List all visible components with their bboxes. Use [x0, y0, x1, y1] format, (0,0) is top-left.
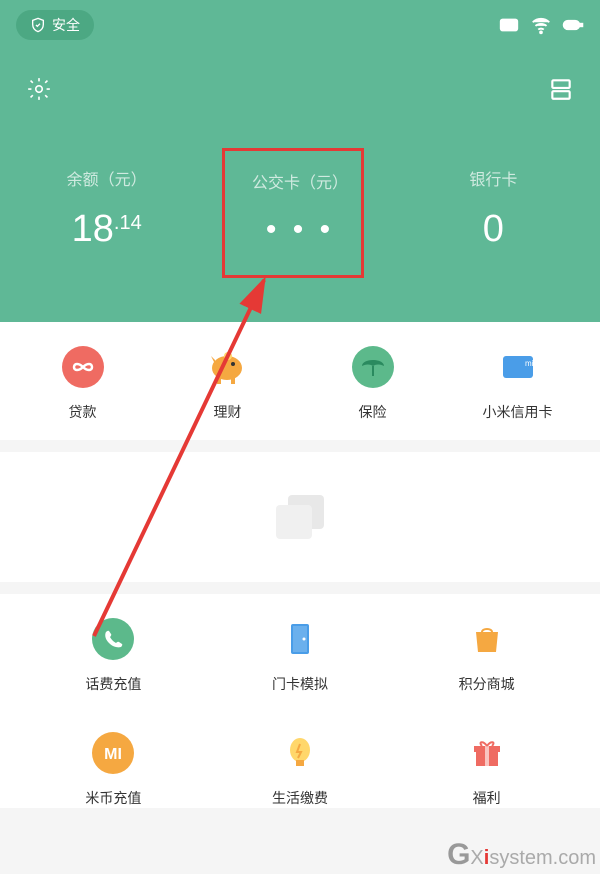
svg-text:MI: MI: [104, 746, 122, 763]
card-scan-icon[interactable]: [548, 76, 574, 102]
tile-door-card[interactable]: 门卡模拟: [207, 618, 394, 694]
tile-label: 门卡模拟: [207, 674, 394, 694]
tile-label: 话费充值: [20, 674, 207, 694]
balance-value: • • •: [203, 211, 396, 249]
svg-text:mi: mi: [525, 359, 534, 368]
tile-label: 理财: [155, 402, 300, 422]
balance-bank[interactable]: 银行卡 0: [397, 166, 590, 251]
safe-label: 安全: [52, 15, 80, 35]
balance-wallet[interactable]: 余额（元） 18.14: [10, 166, 203, 251]
close-box-icon: [498, 14, 520, 36]
placeholder-icon: [276, 495, 324, 539]
tile-credit-card[interactable]: mi 小米信用卡: [445, 346, 590, 422]
piggy-icon: [207, 346, 249, 388]
battery-icon: [562, 14, 584, 36]
tile-label: 小米信用卡: [445, 402, 590, 422]
tile-label: 福利: [393, 788, 580, 808]
banner-placeholder: [0, 452, 600, 582]
feature-row-3: MI 米币充值 生活缴费 福利: [0, 712, 600, 808]
tile-label: 米币充值: [20, 788, 207, 808]
watermark: GXisystem.com: [447, 838, 596, 872]
tile-label: 保险: [300, 402, 445, 422]
tile-label: 积分商城: [393, 674, 580, 694]
tile-loan[interactable]: 贷款: [10, 346, 155, 422]
door-icon: [279, 618, 321, 660]
tile-finance[interactable]: 理财: [155, 346, 300, 422]
bag-icon: [466, 618, 508, 660]
tile-phone-recharge[interactable]: 话费充值: [20, 618, 207, 694]
settings-icon[interactable]: [26, 76, 52, 102]
tile-label: 贷款: [10, 402, 155, 422]
feature-row-2: 话费充值 门卡模拟 积分商城: [0, 594, 600, 712]
tile-mi-recharge[interactable]: MI 米币充值: [20, 732, 207, 808]
balance-label: 余额（元）: [10, 166, 203, 190]
safe-badge: 安全: [16, 10, 94, 40]
mi-icon: MI: [92, 732, 134, 774]
feature-row-1: 贷款 理财 保险 mi 小米信用卡: [0, 322, 600, 440]
infinity-icon: [62, 346, 104, 388]
balance-value: 18.14: [10, 208, 203, 251]
credit-card-icon: mi: [497, 346, 539, 388]
phone-icon: [92, 618, 134, 660]
balance-value: 0: [397, 208, 590, 251]
tile-label: 生活缴费: [207, 788, 394, 808]
tile-insurance[interactable]: 保险: [300, 346, 445, 422]
status-icons: [498, 14, 584, 36]
gift-icon: [466, 732, 508, 774]
umbrella-icon: [352, 346, 394, 388]
wifi-icon: [530, 14, 552, 36]
balance-transit[interactable]: 公交卡（元） • • •: [203, 169, 396, 249]
status-bar: 安全: [0, 0, 600, 50]
tile-points-mall[interactable]: 积分商城: [393, 618, 580, 694]
bulb-icon: [279, 732, 321, 774]
shield-icon: [30, 17, 46, 33]
tile-utility-pay[interactable]: 生活缴费: [207, 732, 394, 808]
tile-welfare[interactable]: 福利: [393, 732, 580, 808]
balance-label: 公交卡（元）: [203, 169, 396, 193]
balance-label: 银行卡: [397, 166, 590, 190]
